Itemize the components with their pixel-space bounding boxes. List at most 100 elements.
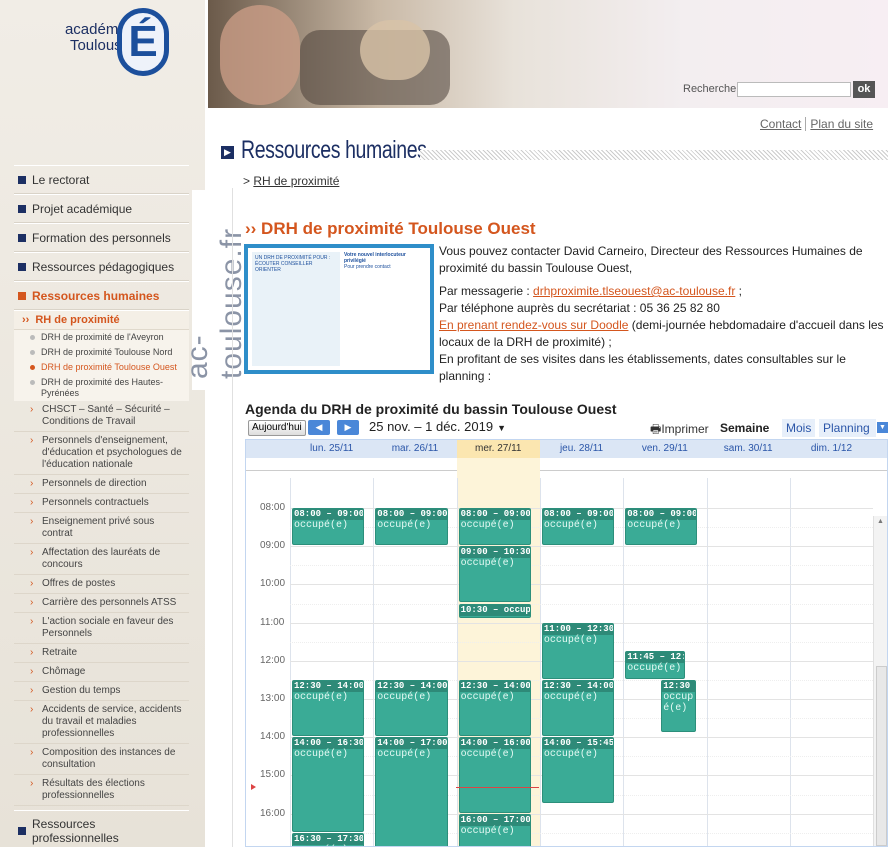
doodle-link[interactable]: En prenant rendez-vous sur Doodle	[439, 318, 628, 332]
calendar-scrollbar[interactable]: ▲	[873, 516, 887, 846]
sidebar-subsubitem[interactable]: DRH de proximité Toulouse Ouest	[14, 360, 189, 375]
event-status: occupé(e)	[377, 691, 432, 703]
next-week-button[interactable]: ▶	[337, 420, 359, 435]
today-button[interactable]: Aujourd'hui	[248, 420, 306, 436]
doodle-line: En prenant rendez-vous sur Doodle (demi-…	[439, 317, 885, 351]
scrollbar-thumb[interactable]	[876, 666, 887, 846]
calendar-event[interactable]: 11:45 – 12:4occupé(e)	[625, 651, 686, 679]
calendar-event[interactable]: 08:00 – 09:00 occupé(e)	[458, 508, 531, 546]
sidebar-section-link[interactable]: › Affectation des lauréats de concours	[14, 544, 189, 575]
calendar-event[interactable]: 14:00 – 17:00 occupé(e)	[375, 737, 448, 846]
sidebar-section-label: Personnels d'enseignement, d'éducation e…	[42, 435, 182, 470]
sidebar-section-link[interactable]: › Accidents de service, accidents du trav…	[14, 701, 189, 744]
day-header[interactable]: mer. 27/11	[456, 440, 540, 458]
event-status: occupé(e)	[460, 691, 515, 703]
day-column	[789, 478, 873, 846]
calendar-event[interactable]: 14:00 – 16:00 occupé(e)	[458, 737, 531, 813]
flyer-title: Votre nouvel interlocuteur privilégié	[344, 252, 406, 264]
print-button[interactable]: 🖶Imprimer	[650, 420, 709, 441]
sidebar: Le rectorat Projet académique Formation de…	[14, 165, 189, 847]
date-range[interactable]: 25 nov. – 1 déc. 2019 ▼	[369, 419, 506, 434]
academie-logo-icon[interactable]: É	[117, 8, 169, 76]
calendar-event[interactable]: 14:00 – 16:30 occupé(e)	[292, 737, 365, 832]
sidebar-section-link[interactable]: › Chômage	[14, 663, 189, 682]
sidebar-section-link[interactable]: › Personnels de direction	[14, 475, 189, 494]
calendar-event[interactable]: 14:00 – 15:45 occupé(e)	[541, 737, 615, 804]
chevron-right-icon: ›	[30, 747, 34, 758]
sidebar-item-label: Le rectorat	[32, 172, 90, 187]
search-label: Recherche	[683, 83, 737, 95]
contact-link[interactable]: Contact	[760, 117, 801, 131]
event-time: 08:00 – 09:00	[459, 509, 531, 520]
calendar-event[interactable]: 11:00 – 12:30 occupé(e)	[541, 622, 615, 679]
sidebar-item[interactable]: Projet académique	[14, 194, 189, 223]
double-chevron-icon: ››	[22, 314, 30, 326]
sidebar-section-link[interactable]: › Personnels contractuels	[14, 494, 189, 513]
calendar-event[interactable]: 12:30 – 14:00 occupé(e)	[541, 679, 615, 737]
sidebar-item[interactable]: Ressources humaines	[14, 281, 189, 310]
hour-label: 12:00	[260, 654, 286, 666]
calendar-event[interactable]: 09:00 – 10:30 occupé(e)	[458, 546, 531, 603]
search-ok-button[interactable]: ok	[853, 81, 875, 98]
chevron-right-icon: ›	[30, 778, 34, 789]
day-header[interactable]: jeu. 28/11	[540, 440, 623, 458]
sidebar-section-link[interactable]: › Gestion du temps	[14, 682, 189, 701]
sidebar-section-label: Chômage	[42, 666, 86, 677]
day-header[interactable]: dim. 1/12	[790, 440, 873, 458]
chevron-right-icon: ›	[30, 478, 34, 489]
sidebar-section-link[interactable]: › Résultats des élections professionnelle…	[14, 775, 189, 806]
hour-label: 15:00	[260, 769, 286, 781]
scroll-up-icon[interactable]: ▲	[877, 518, 884, 525]
sidebar-bullet-icon	[18, 175, 26, 184]
site-map-link[interactable]: Plan du site	[810, 117, 873, 131]
sidebar-subitem-label: RH de proximité	[35, 314, 120, 326]
sidebar-subsubitem[interactable]: DRH de proximité Toulouse Nord	[14, 345, 189, 360]
search-input[interactable]	[737, 82, 851, 97]
event-status: occupé(e)	[294, 520, 349, 531]
prev-week-button[interactable]: ◀	[308, 420, 330, 435]
mail-link[interactable]: drhproximite.tlseouest@ac-toulouse.fr	[533, 284, 735, 298]
calendar-event[interactable]: 08:00 – 09:00 occupé(e)	[541, 508, 615, 546]
day-header[interactable]: mar. 26/11	[373, 440, 456, 458]
calendar-event[interactable]: 12:30 – 14:00 occupé(e)	[458, 679, 531, 737]
sidebar-section-link[interactable]: › Carrière des personnels ATSS	[14, 594, 189, 613]
current-time-marker-icon	[251, 783, 256, 790]
day-header[interactable]: sam. 30/11	[707, 440, 790, 458]
calendar-event[interactable]: 10:30 – occupé(	[458, 603, 531, 618]
tab-planning[interactable]: Planning	[819, 419, 876, 437]
today-allday-highlight	[456, 458, 540, 478]
sidebar-section-link[interactable]: › L'action sociale en faveur des Personne…	[14, 613, 189, 644]
sidebar-item[interactable]: Ressources pédagogiques	[14, 252, 189, 281]
day-header[interactable]: ven. 29/11	[623, 440, 706, 458]
calendar-event[interactable]: 08:00 – 09:00 occupé(e)	[625, 508, 698, 546]
calendar-event[interactable]: 12:30 –occup é(e)	[661, 679, 697, 733]
sidebar-subsubitem[interactable]: DRH de proximité des Hautes-Pyrénées	[14, 375, 189, 401]
tab-week[interactable]: Semaine	[718, 419, 772, 437]
event-time: 12:30 – 14:00	[293, 680, 365, 692]
sidebar-section-link[interactable]: › Composition des instances de consultati…	[14, 744, 189, 775]
sidebar-item[interactable]: Formation des personnels	[14, 223, 189, 252]
sidebar-item[interactable]: Ressources professionnelles	[14, 810, 189, 847]
calendar-event[interactable]: 08:00 – 09:00 occupé(e)	[292, 508, 365, 546]
breadcrumb-link[interactable]: RH de proximité	[253, 174, 339, 188]
calendar-event[interactable]: 12:30 – 14:00 occupé(e)	[375, 679, 448, 737]
tab-month[interactable]: Mois	[782, 419, 816, 437]
calendar-event[interactable]: 08:00 – 09:00 occupé(e)	[375, 508, 448, 546]
view-menu-chevron-icon[interactable]: ▼	[877, 422, 888, 433]
event-status: occupé(e)	[543, 634, 598, 646]
drh-flyer-image[interactable]: UN DRH DE PROXIMITÉ POUR : ÉCOUTER CONSE…	[244, 244, 434, 374]
flyer-contact: Pour prendre contact	[344, 264, 391, 270]
sidebar-subitem-active[interactable]: ›› RH de proximité	[14, 310, 189, 330]
calendar-event[interactable]: 12:30 – 14:00 occupé(e)	[292, 679, 365, 737]
calendar-event[interactable]: 16:30 – 17:30occupé(e)	[292, 832, 365, 846]
sidebar-section-link[interactable]: › CHSCT – Santé – Sécurité – Conditions d…	[14, 401, 189, 432]
day-header[interactable]: lun. 25/11	[290, 440, 373, 458]
sidebar-section-link[interactable]: › Personnels d'enseignement, d'éducation …	[14, 432, 189, 475]
sidebar-subsubitem[interactable]: DRH de proximité de l'Aveyron	[14, 330, 189, 345]
intro-text: Vous pouvez contacter David Carneiro, Di…	[439, 243, 885, 385]
sidebar-section-link[interactable]: › Offres de postes	[14, 575, 189, 594]
sidebar-item[interactable]: Le rectorat	[14, 165, 189, 194]
sidebar-section-link[interactable]: › Retraite	[14, 644, 189, 663]
sidebar-section-link[interactable]: › Enseignement privé sous contrat	[14, 513, 189, 544]
calendar-event[interactable]: 16:00 – 17:00 occupé(e)	[458, 813, 531, 846]
